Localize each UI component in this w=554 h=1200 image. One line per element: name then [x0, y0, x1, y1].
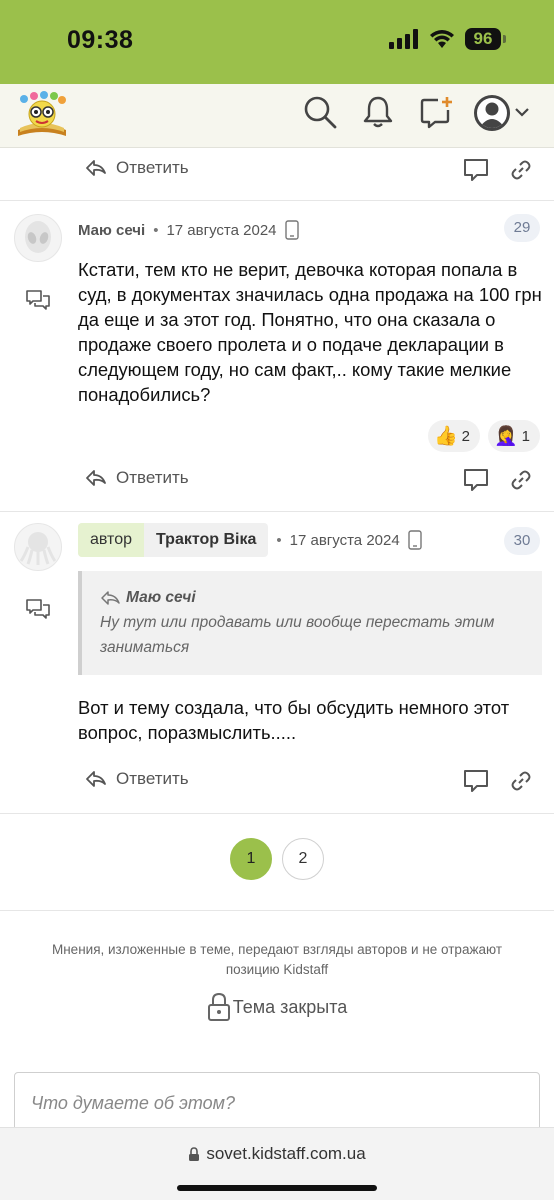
divider — [0, 813, 554, 814]
reply-label: Ответить — [116, 468, 189, 487]
pagination: 1 2 — [0, 838, 554, 880]
topic-locked-notice: Тема закрыта — [0, 992, 554, 1022]
reply-label: Ответить — [116, 769, 189, 788]
top-navigation — [0, 84, 554, 148]
reaction-count: 1 — [521, 427, 530, 445]
post-meta: автор Трактор Віка • 17 августа 2024 — [78, 523, 422, 557]
quote-author-name: Маю сечі — [126, 589, 196, 606]
site-logo[interactable] — [14, 90, 70, 140]
browser-url-bar: sovet.kidstaff.com.ua — [0, 1127, 554, 1200]
post-footer-actions — [462, 156, 532, 184]
reply-icon — [86, 160, 106, 176]
disclaimer: Мнения, изложенные в теме, передают взгл… — [51, 942, 502, 977]
lock-icon — [189, 1146, 200, 1161]
post-date: 17 августа 2024 — [166, 221, 277, 239]
mobile-icon — [407, 530, 422, 550]
author-name[interactable]: Маю сечі — [78, 222, 145, 239]
post-footer-actions — [462, 466, 532, 494]
post-text: Вот и тему создала, что бы обсудить немн… — [78, 697, 510, 743]
battery-indicator: 96 — [465, 28, 506, 50]
quote-text: Ну тут или продавать или вообще перестат… — [100, 614, 495, 656]
locked-label: Тема закрыта — [232, 996, 348, 1017]
octopus-avatar-icon — [19, 532, 57, 565]
link-icon[interactable] — [510, 469, 532, 491]
chevron-down-icon[interactable] — [514, 106, 530, 118]
home-indicator[interactable] — [177, 1185, 377, 1191]
page-2-button[interactable]: 2 — [282, 838, 324, 880]
new-message-icon[interactable] — [418, 94, 454, 130]
reply-icon — [86, 771, 106, 787]
wifi-icon — [430, 30, 454, 48]
comment-icon[interactable] — [462, 156, 490, 184]
author-avatar[interactable] — [14, 523, 62, 571]
reply-button[interactable]: Ответить — [84, 468, 189, 488]
url-display[interactable]: sovet.kidstaff.com.ua — [0, 1144, 554, 1164]
post-text: Кстати, тем кто не верит, девочка котора… — [78, 259, 542, 405]
quote-author[interactable]: Маю сечі — [100, 585, 524, 610]
reactions: 👍 2 🤦‍♀️ 1 — [427, 420, 540, 452]
divider — [0, 200, 554, 201]
lock-icon — [207, 992, 230, 1021]
reply-button[interactable]: Ответить — [84, 158, 189, 178]
divider — [0, 910, 554, 911]
comment-icon[interactable] — [462, 767, 490, 795]
reaction-thumbs-up[interactable]: 👍 2 — [427, 420, 480, 452]
reaction-count: 2 — [461, 427, 470, 445]
author-tag[interactable]: автор Трактор Віка — [78, 523, 269, 557]
author-avatar[interactable] — [14, 214, 62, 262]
post-number-badge[interactable]: 30 — [504, 527, 540, 555]
page-1-button[interactable]: 1 — [230, 838, 272, 880]
search-icon[interactable] — [302, 94, 338, 130]
bell-icon[interactable] — [360, 94, 396, 130]
url-text: sovet.kidstaff.com.ua — [206, 1144, 366, 1163]
thumbs-up-icon: 👍 — [433, 426, 458, 447]
post-footer: Ответить — [0, 150, 554, 200]
reply-label: Ответить — [116, 158, 189, 177]
user-avatar[interactable] — [474, 95, 510, 131]
post-meta: Маю сечі • 17 августа 2024 — [78, 220, 299, 240]
author-name: Трактор Віка — [156, 531, 257, 548]
post-date: 17 августа 2024 — [289, 531, 400, 549]
facepalm-icon: 🤦‍♀️ — [493, 426, 518, 447]
reply-button[interactable]: Ответить — [84, 769, 189, 789]
reply-icon — [86, 470, 106, 486]
link-icon[interactable] — [510, 159, 532, 181]
post-footer: Ответить — [0, 460, 554, 510]
reaction-facepalm[interactable]: 🤦‍♀️ 1 — [487, 420, 540, 452]
divider — [0, 511, 554, 512]
user-silhouette-icon — [479, 102, 505, 128]
quote-reply-icon — [101, 590, 120, 605]
status-bar: 09:38 96 — [0, 0, 554, 84]
mobile-icon — [284, 220, 299, 240]
status-time: 09:38 — [67, 26, 134, 54]
author-role-badge: автор — [78, 523, 144, 557]
alien-avatar-icon — [25, 221, 51, 253]
quote-block: Маю сечі Ну тут или продавать или вообще… — [78, 571, 542, 675]
link-icon[interactable] — [510, 770, 532, 792]
battery-level: 96 — [465, 28, 501, 50]
post-number-badge[interactable]: 29 — [504, 214, 540, 242]
chat-bubbles-icon[interactable] — [25, 597, 51, 621]
status-icons: 96 — [389, 28, 506, 50]
comment-icon[interactable] — [462, 466, 490, 494]
signal-icon — [389, 29, 418, 49]
chat-bubbles-icon[interactable] — [25, 288, 51, 312]
post-footer: Ответить — [0, 761, 554, 811]
post-footer-actions — [462, 767, 532, 795]
